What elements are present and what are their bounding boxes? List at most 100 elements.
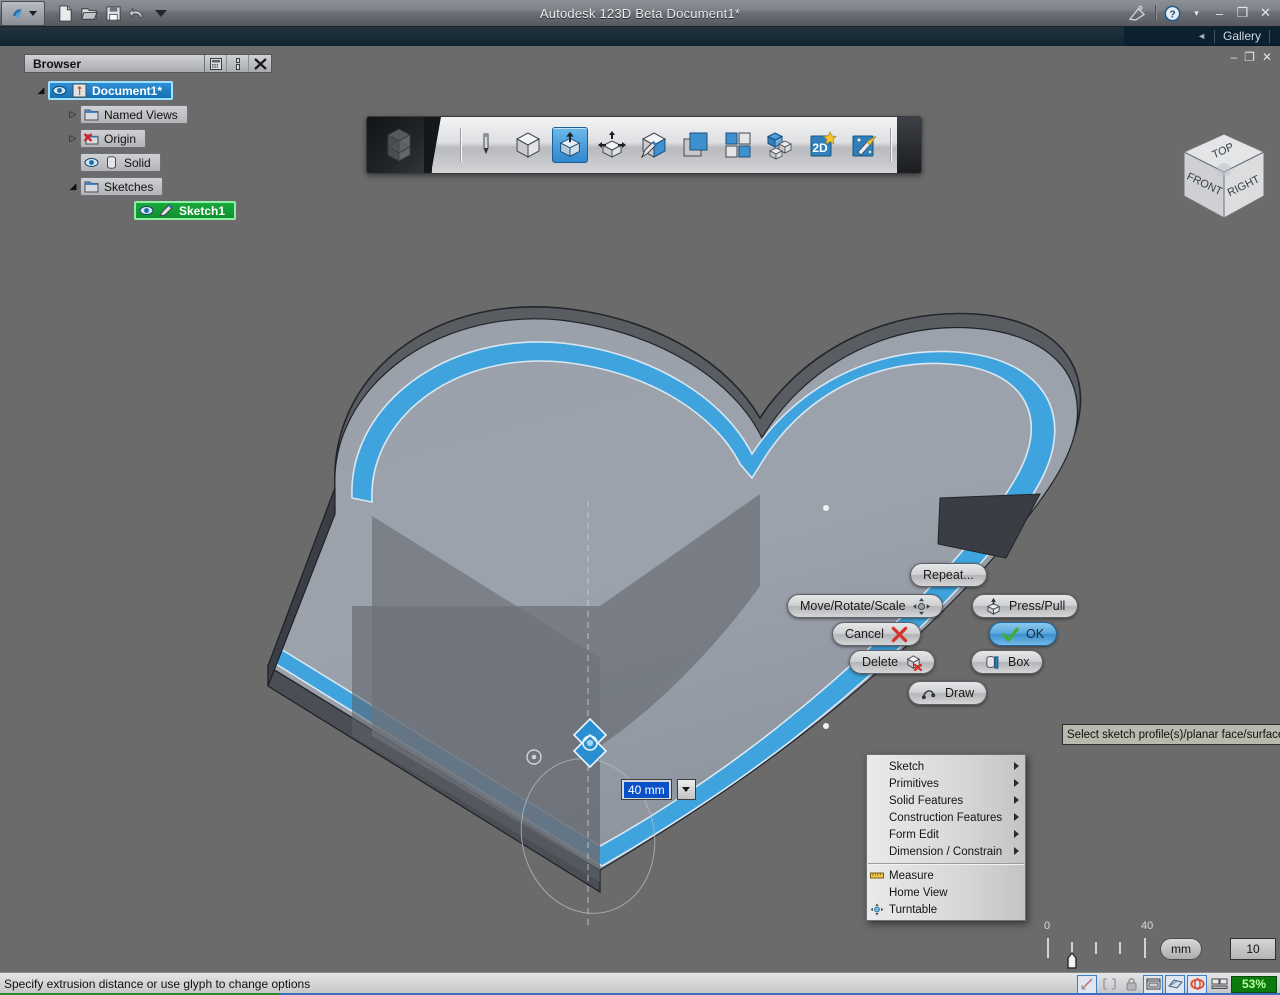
window-restore-button[interactable]: ❐	[1235, 5, 1250, 21]
tree-label-sketch1: Sketch1	[179, 204, 225, 218]
tree-node-solid[interactable]: Solid	[80, 153, 161, 172]
menu-construction-features-label: Construction Features	[889, 812, 1002, 824]
panel-minimize-button[interactable]: –	[1230, 50, 1237, 64]
menu-dimension-constrain[interactable]: Dimension / Constrain	[867, 843, 1025, 860]
dimension-input-group[interactable]: 40 mm	[621, 779, 696, 800]
ruler-tick-2	[1095, 942, 1097, 954]
tree-row-document[interactable]: ◢ Document1*	[24, 81, 272, 100]
menu-primitives[interactable]: Primitives	[867, 775, 1025, 792]
tool-move-rotate-scale[interactable]	[594, 127, 630, 163]
visibility-eye-icon-2[interactable]	[84, 155, 99, 170]
help-icon[interactable]: ?	[1164, 5, 1181, 22]
visibility-eye-icon[interactable]	[52, 83, 67, 98]
window-close-button[interactable]: ✕	[1258, 5, 1273, 21]
twisty-expanded-icon[interactable]: ◢	[34, 85, 48, 96]
tree-row-sketch1[interactable]: Sketch1	[24, 201, 272, 220]
browser-filter-button[interactable]	[205, 55, 227, 72]
application-menu-button[interactable]	[1, 1, 45, 26]
new-document-icon[interactable]	[57, 5, 74, 22]
repeat-button[interactable]: Repeat...	[910, 563, 987, 587]
cancel-button[interactable]: Cancel	[832, 622, 921, 646]
tool-primitives[interactable]	[510, 127, 546, 163]
center-point-marker	[823, 505, 829, 511]
menu-turntable[interactable]: Turntable	[867, 901, 1025, 918]
tool-smart-tools[interactable]	[846, 127, 882, 163]
sketch-icon	[159, 203, 174, 218]
open-document-icon[interactable]	[81, 5, 98, 22]
tool-group[interactable]	[762, 127, 798, 163]
folder-icon	[84, 107, 99, 122]
tool-modify[interactable]	[636, 127, 672, 163]
status-orbit-icon[interactable]	[1187, 975, 1207, 994]
unit-label: mm	[1171, 942, 1191, 956]
view-cube-svg[interactable]: TOP FRONT RIGHT	[1178, 130, 1270, 226]
dimension-dropdown-button[interactable]	[677, 779, 696, 800]
view-cube-home-dot[interactable]	[1217, 163, 1231, 177]
ruler-slider-handle[interactable]	[1065, 952, 1079, 970]
unit-button[interactable]: mm	[1160, 938, 1202, 960]
satellite-icon[interactable]	[1128, 5, 1147, 22]
quick-access-toolbar	[57, 5, 167, 22]
menu-construction-features[interactable]: Construction Features	[867, 809, 1025, 826]
tree-node-named-views[interactable]: Named Views	[80, 105, 188, 124]
tree-row-solid[interactable]: Solid	[24, 153, 272, 172]
tree-node-sketch1[interactable]: Sketch1	[134, 201, 236, 220]
document-icon	[72, 83, 87, 98]
status-plane-icon[interactable]	[1165, 975, 1185, 994]
ok-button[interactable]: OK	[989, 622, 1057, 646]
status-lock-icon[interactable]	[1121, 975, 1141, 994]
grid-icon	[1146, 977, 1161, 991]
menu-sketch[interactable]: Sketch	[867, 758, 1025, 775]
status-display-icon[interactable]	[1209, 975, 1229, 994]
main-toolbar[interactable]: 2D	[366, 116, 922, 174]
gallery-label[interactable]: Gallery	[1223, 29, 1261, 43]
view-cube[interactable]: TOP FRONT RIGHT	[1178, 130, 1270, 226]
dimension-input[interactable]: 40 mm	[621, 779, 672, 800]
help-chevron-icon[interactable]: ▾	[1189, 8, 1204, 19]
tool-press-pull[interactable]	[552, 127, 588, 163]
draw-button[interactable]: Draw	[908, 681, 987, 705]
browser-options-button[interactable]	[227, 55, 249, 72]
toolbar-endcap	[897, 117, 921, 173]
menu-measure[interactable]: Measure	[867, 867, 1025, 884]
status-constraint-icon[interactable]	[1099, 975, 1119, 994]
menu-solid-features[interactable]: Solid Features	[867, 792, 1025, 809]
tree-row-sketches[interactable]: ◢ Sketches	[24, 177, 272, 196]
window-minimize-button[interactable]: –	[1212, 6, 1227, 21]
tree-node-sketches[interactable]: Sketches	[80, 177, 163, 196]
tree-row-origin[interactable]: ▷ Origin	[24, 129, 272, 148]
panel-close-button[interactable]: ✕	[1262, 50, 1272, 64]
panel-restore-button[interactable]: ❐	[1244, 50, 1255, 64]
3d-viewport[interactable]: Browser	[0, 46, 1280, 972]
tree-row-named-views[interactable]: ▷ Named Views	[24, 105, 272, 124]
context-menu[interactable]: Sketch Primitives Solid Features Constru…	[866, 754, 1026, 921]
status-snap-icon[interactable]	[1077, 975, 1097, 994]
twisty-collapsed-icon-2[interactable]: ▷	[66, 133, 80, 144]
visibility-eye-icon-3[interactable]	[139, 203, 154, 218]
menu-separator	[868, 863, 1024, 864]
snap-value-box[interactable]: 10	[1230, 938, 1276, 960]
tree-node-document[interactable]: Document1*	[48, 81, 173, 100]
twisty-collapsed-icon[interactable]: ▷	[66, 109, 80, 120]
tree-node-origin[interactable]: Origin	[80, 129, 146, 148]
gallery-collapse-icon[interactable]: ◄	[1197, 31, 1206, 41]
tool-combine[interactable]	[678, 127, 714, 163]
twisty-expanded-icon-2[interactable]: ◢	[66, 181, 80, 192]
repeat-label: Repeat...	[923, 568, 974, 582]
tool-2d[interactable]: 2D	[804, 127, 840, 163]
menu-home-view[interactable]: Home View	[867, 884, 1025, 901]
move-rotate-scale-button[interactable]: Move/Rotate/Scale	[787, 594, 943, 618]
delete-button[interactable]: Delete	[849, 650, 935, 674]
box-button[interactable]: Box	[971, 650, 1043, 674]
svg-text:2D: 2D	[813, 141, 829, 155]
browser-panel[interactable]: Browser	[24, 54, 272, 225]
quick-access-chevron-icon[interactable]	[155, 10, 167, 17]
status-grid-icon[interactable]	[1143, 975, 1163, 994]
save-document-icon[interactable]	[105, 5, 122, 22]
tool-pattern[interactable]	[720, 127, 756, 163]
menu-form-edit[interactable]: Form Edit	[867, 826, 1025, 843]
undo-icon[interactable]	[129, 5, 146, 22]
press-pull-button[interactable]: Press/Pull	[972, 594, 1078, 618]
browser-close-button[interactable]	[249, 55, 271, 72]
tool-sketch[interactable]	[468, 127, 504, 163]
